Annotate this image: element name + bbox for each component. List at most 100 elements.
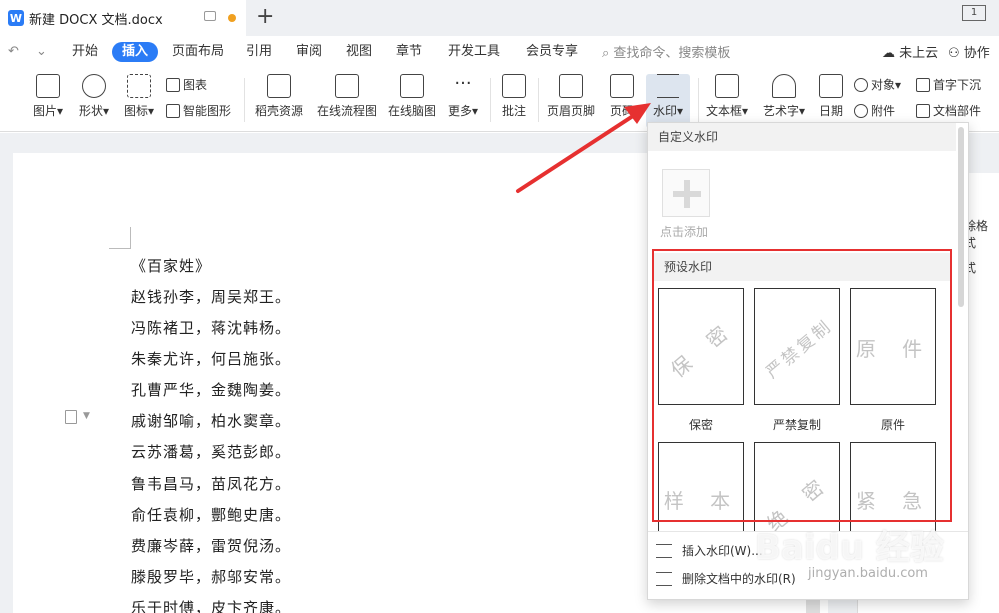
collab-button[interactable]: ⚇ 协作 [948, 42, 990, 61]
clear-format-text[interactable]: 除格式 [964, 217, 999, 251]
ribbon-divider [244, 78, 245, 122]
smart-graphic-button[interactable]: 智能图形 [166, 102, 231, 119]
wps-writer-logo-icon: W [8, 10, 24, 26]
delete-watermark-label: 删除文档中的水印(R) [682, 572, 796, 586]
insert-watermark-icon [656, 543, 672, 558]
baidu-watermark: Baidu 经验 [755, 528, 944, 568]
flowchart-button[interactable]: 在线流程图 [316, 74, 378, 119]
watermark-button[interactable]: 水印▾ [646, 74, 690, 128]
mindmap-button[interactable]: 在线脑图 [386, 74, 438, 119]
picture-button[interactable]: 图片▾ [28, 74, 68, 119]
chart-button[interactable]: 图表 [166, 76, 207, 93]
doc-line[interactable]: 《百家姓》 [131, 255, 211, 276]
menu-bar: ↶ ⌄ 开始 插入 页面布局 引用 审阅 视图 章节 开发工具 会员专享 ⌕ 查… [0, 36, 999, 68]
title-bar: W 新建 DOCX 文档.docx + 1 [0, 0, 999, 36]
object-label: 对象 [871, 78, 896, 92]
ribbon-divider [538, 78, 539, 122]
dropcap-label: 首字下沉 [933, 78, 982, 92]
menu-dev-tools[interactable]: 开发工具 [448, 42, 500, 62]
new-tab-button[interactable]: + [256, 4, 274, 30]
doc-parts-label: 文档部件 [933, 104, 982, 118]
icon-library-button[interactable]: 图标▾ [120, 74, 158, 119]
menu-review[interactable]: 审阅 [296, 42, 322, 62]
doc-line[interactable]: 孔曹严华，金魏陶姜。 [131, 379, 291, 400]
page-number-button[interactable]: 页码 [604, 74, 640, 119]
textbox-icon [715, 74, 739, 98]
header-footer-button[interactable]: 页眉页脚 [544, 74, 598, 119]
header-footer-icon [559, 74, 583, 98]
resources-icon [267, 74, 291, 98]
page-indicator[interactable]: 1 [962, 5, 986, 21]
delete-watermark-icon [656, 571, 672, 586]
menu-start[interactable]: 开始 [72, 42, 98, 62]
menu-view[interactable]: 视图 [346, 42, 372, 62]
menu-page-layout[interactable]: 页面布局 [172, 42, 224, 62]
object-icon [854, 78, 868, 92]
doc-line[interactable]: 赵钱孙李，周吴郑王。 [131, 286, 291, 307]
doc-line[interactable]: 滕殷罗毕，郝邬安常。 [131, 566, 291, 587]
resources-button[interactable]: 稻壳资源 [252, 74, 306, 119]
add-watermark-label[interactable]: 点击添加 [660, 223, 708, 240]
delete-watermark-item[interactable]: 删除文档中的水印(R) [656, 570, 796, 587]
date-button[interactable]: 日期 [816, 74, 846, 119]
search-icon: ⌕ [602, 46, 614, 61]
comment-label: 批注 [501, 104, 526, 118]
cloud-status[interactable]: ☁ 未上云 [882, 42, 938, 61]
quick-access-dropdown-icon[interactable]: ⌄ [36, 44, 47, 59]
object-button[interactable]: 对象▾ [854, 76, 901, 93]
watermark-label: 水印 [652, 104, 677, 118]
ribbon-divider [698, 78, 699, 122]
doc-line[interactable]: 朱秦尤许，何吕施张。 [131, 348, 291, 369]
redo-icon[interactable]: ↶ [8, 44, 19, 59]
more-button[interactable]: ··· 更多▾ [446, 74, 480, 119]
wordart-label: 艺术字 [762, 104, 799, 118]
comment-button[interactable]: 批注 [498, 74, 530, 119]
paragraph-menu-caret-icon[interactable]: ▼ [83, 411, 90, 421]
date-label: 日期 [818, 104, 843, 118]
calendar-icon [819, 74, 843, 98]
insert-watermark-item[interactable]: 插入水印(W)... [656, 542, 763, 559]
doc-line[interactable]: 乐于时傅，皮卞齐康。 [131, 597, 291, 613]
shape-button[interactable]: 形状▾ [74, 74, 114, 119]
page-number-label: 页码 [609, 104, 634, 118]
doc-line[interactable]: 冯陈褚卫，蒋沈韩杨。 [131, 317, 291, 338]
doc-parts-button[interactable]: 文档部件 [916, 102, 981, 119]
search-placeholder: 查找命令、搜索模板 [613, 46, 731, 61]
mindmap-icon [400, 74, 424, 98]
watermark-icon [657, 74, 679, 98]
collab-label: 协作 [963, 46, 990, 61]
attachment-button[interactable]: 附件 [854, 102, 895, 119]
more-icon: ··· [454, 73, 472, 94]
ribbon-divider [490, 78, 491, 122]
smart-graphic-icon [166, 104, 180, 118]
command-search[interactable]: ⌕ 查找命令、搜索模板 [602, 42, 730, 61]
menu-member[interactable]: 会员专享 [526, 42, 578, 62]
doc-line[interactable]: 鲁韦昌马，苗凤花方。 [131, 473, 291, 494]
margin-corner-mark [109, 227, 131, 249]
flowchart-label: 在线流程图 [316, 104, 377, 118]
custom-watermark-title: 自定义水印 [648, 123, 956, 151]
picture-icon [36, 74, 60, 98]
wordart-button[interactable]: 艺术字▾ [760, 74, 808, 119]
menu-section[interactable]: 章节 [396, 42, 422, 62]
add-watermark-plus-icon[interactable] [662, 169, 710, 217]
doc-line[interactable]: 戚谢邹喻，柏水窦章。 [131, 410, 291, 431]
shape-label: 形状 [78, 104, 103, 118]
screen-icon[interactable] [204, 11, 216, 21]
icon-label: 图标 [123, 104, 148, 118]
menu-references[interactable]: 引用 [246, 42, 272, 62]
menu-insert[interactable]: 插入 [112, 42, 159, 62]
dropcap-button[interactable]: 首字下沉 [916, 76, 981, 93]
textbox-button[interactable]: 文本框▾ [704, 74, 750, 119]
cloud-label: 未上云 [899, 46, 939, 61]
more-label: 更多 [447, 104, 472, 118]
doc-line[interactable]: 俞任袁柳，酆鲍史唐。 [131, 504, 291, 525]
picture-label: 图片 [32, 104, 57, 118]
document-tab[interactable]: W 新建 DOCX 文档.docx [0, 0, 246, 36]
doc-line[interactable]: 云苏潘葛，奚范彭郎。 [131, 441, 291, 462]
paragraph-doc-icon[interactable] [65, 410, 77, 424]
icons-icon [127, 74, 151, 98]
flowchart-icon [335, 74, 359, 98]
dropdown-scrollbar[interactable] [958, 127, 964, 307]
doc-line[interactable]: 费廉岑薛，雷贺倪汤。 [131, 535, 291, 556]
